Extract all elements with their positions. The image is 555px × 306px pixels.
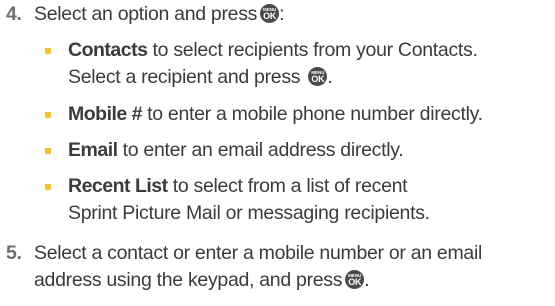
step-number: 5. bbox=[6, 242, 22, 264]
step-text: Select an option and press bbox=[34, 3, 258, 25]
option-term: Contacts bbox=[68, 39, 148, 61]
step-suffix: : bbox=[279, 3, 285, 25]
option-mobile-number: Mobile # to enter a mobile phone number … bbox=[45, 101, 483, 128]
option-description: to select recipients from your Contacts. bbox=[147, 39, 478, 61]
option-contacts-continued: Select a recipient and press MENU OK. bbox=[68, 64, 333, 91]
option-term: Email bbox=[68, 139, 118, 161]
option-suffix: . bbox=[327, 66, 333, 88]
option-recent-list-continued: Sprint Picture Mail or messaging recipie… bbox=[68, 200, 430, 227]
option-description: to enter an email address directly. bbox=[117, 139, 404, 161]
option-description: to select from a list of recent bbox=[167, 175, 408, 197]
option-description: Sprint Picture Mail or messaging recipie… bbox=[68, 202, 430, 224]
step-number: 4. bbox=[6, 3, 22, 25]
option-contacts: Contacts to select recipients from your … bbox=[45, 37, 478, 64]
option-recent-list: Recent List to select from a list of rec… bbox=[45, 173, 408, 200]
option-term: Recent List bbox=[68, 175, 168, 197]
step-5: 5. Select a contact or enter a mobile num… bbox=[6, 240, 482, 267]
step-suffix: . bbox=[364, 269, 370, 291]
instruction-page: 4. Select an option and press MENU OK: Cont… bbox=[0, 0, 555, 306]
bullet-square-icon bbox=[45, 148, 51, 154]
menu-ok-key-icon: MENU OK bbox=[308, 67, 328, 86]
bullet-square-icon bbox=[45, 48, 51, 54]
option-description: Select a recipient and press bbox=[68, 66, 301, 88]
menu-ok-key-icon: MENU OK bbox=[260, 4, 280, 23]
step-text: Select a contact or enter a mobile numbe… bbox=[34, 242, 483, 264]
step-text: address using the keypad, and press bbox=[34, 269, 343, 291]
option-description: to enter a mobile phone number directly. bbox=[142, 103, 483, 125]
option-email: Email to enter an email address directly… bbox=[45, 137, 404, 164]
bullet-square-icon bbox=[45, 184, 51, 190]
bullet-square-icon bbox=[45, 112, 51, 118]
step-4: 4. Select an option and press MENU OK: bbox=[6, 1, 285, 28]
menu-ok-key-icon: MENU OK bbox=[345, 270, 365, 289]
option-term: Mobile # bbox=[68, 103, 143, 125]
step-5-continued: address using the keypad, and press MENU O… bbox=[34, 267, 370, 294]
